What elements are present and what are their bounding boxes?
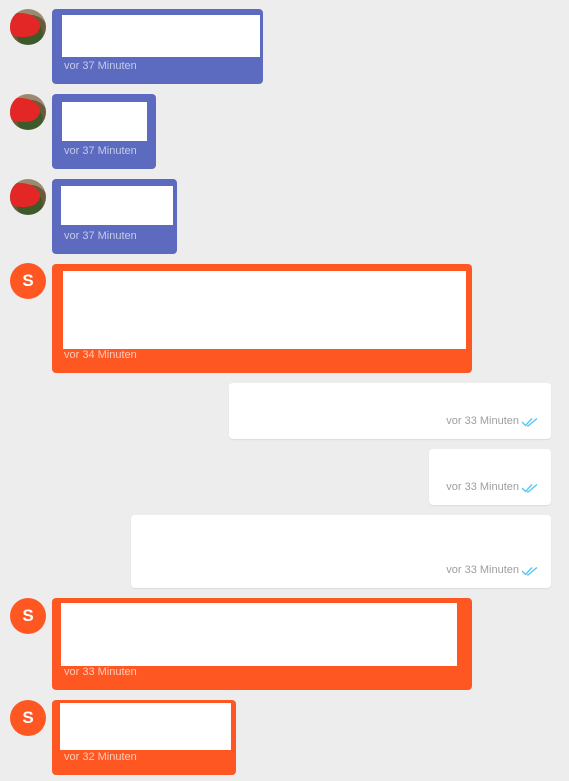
message-timestamp: vor 33 Minuten [446,481,519,493]
message-timestamp: vor 37 Minuten [64,145,137,157]
message-content [62,15,260,57]
message-bubble[interactable]: vor 32 Minuten [52,700,236,775]
double-check-icon [521,484,538,493]
message-content [63,271,466,349]
message-timestamp: vor 34 Minuten [64,349,137,361]
message-bubble[interactable]: vor 33 Minuten [229,383,551,439]
message-timestamp: vor 37 Minuten [64,60,137,72]
redaction-mark [10,193,38,207]
message-bubble[interactable]: vor 37 Minuten [52,94,156,169]
message-timestamp: vor 32 Minuten [64,751,137,763]
message-bubble[interactable]: vor 33 Minuten [429,449,551,505]
avatar[interactable] [10,9,46,45]
avatar[interactable]: S [10,263,46,299]
message-timestamp: vor 33 Minuten [446,564,519,576]
message-timestamp: vor 33 Minuten [64,666,137,678]
message-content [61,186,173,225]
message-bubble[interactable]: vor 34 Minuten [52,264,472,373]
message-bubble[interactable]: vor 33 Minuten [131,515,551,588]
avatar[interactable]: S [10,598,46,634]
message-bubble[interactable]: vor 33 Minuten [52,598,472,690]
message-bubble[interactable]: vor 37 Minuten [52,179,177,254]
double-check-icon [521,567,538,576]
avatar[interactable]: S [10,700,46,736]
avatar[interactable] [10,179,46,215]
redaction-mark [10,23,38,37]
message-timestamp: vor 37 Minuten [64,230,137,242]
redaction-mark [10,108,38,122]
avatar[interactable] [10,94,46,130]
message-content [62,102,147,141]
message-bubble[interactable]: vor 37 Minuten [52,9,263,84]
message-content [60,703,231,750]
message-timestamp: vor 33 Minuten [446,415,519,427]
double-check-icon [521,418,538,427]
message-content [61,603,457,666]
